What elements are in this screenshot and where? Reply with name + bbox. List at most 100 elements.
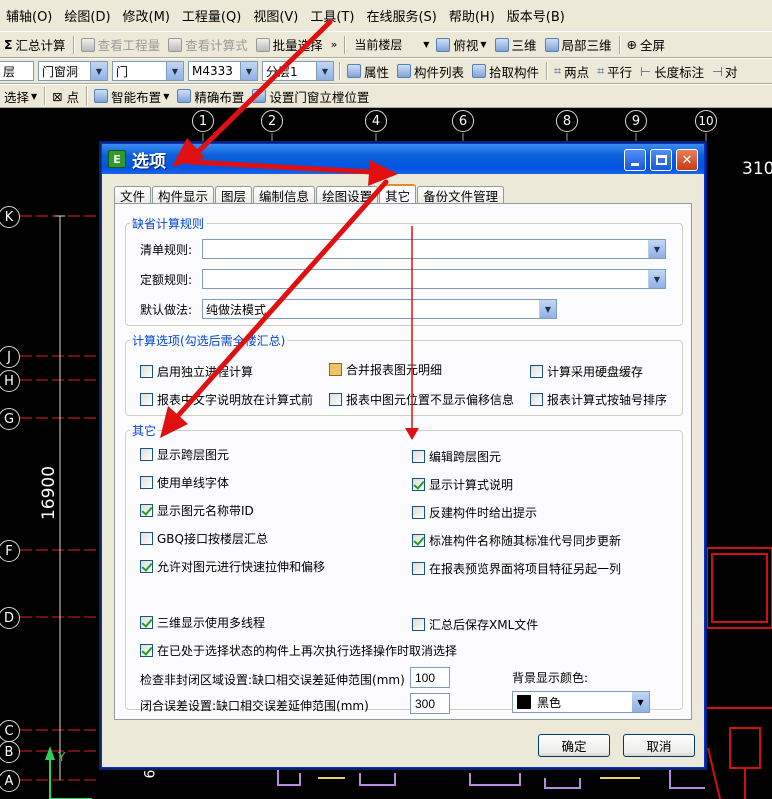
checkbox-box [140,393,153,406]
checkbox-disk-cache[interactable]: 计算采用硬盘缓存 [530,363,643,380]
align-button[interactable]: ⊣ 对 [708,60,741,82]
checkbox-sync-standard-name[interactable]: 标准构件名称随其标准代号同步更新 [412,532,621,549]
checkbox-gbq-by-floor[interactable]: GBQ接口按楼层汇总 [140,530,268,547]
chevron-down-icon: ▼ [31,91,38,101]
toolbar-separator [344,35,346,54]
checkbox-quick-stretch[interactable]: 允许对图元进行快速拉伸和偏移 [140,558,325,575]
checkbox-box [140,448,153,461]
group-title-other: 其它 [130,422,159,439]
group-other: 其它 显示跨层图元 使用单线字体 显示图元名称带ID GBQ接口按楼层汇总 允许… [125,422,683,714]
checkbox-single-line-font[interactable]: 使用单线字体 [140,474,229,491]
closure-error-input[interactable] [410,693,450,714]
cube-icon [436,37,451,52]
point-icon: ⊠ [52,88,63,104]
tab-backup-file[interactable]: 备份文件管理 [417,186,505,204]
property-button[interactable]: 属性 [343,60,393,82]
tab-panel-other: 缺省计算规则 清单规则: ▼ 定额规则: ▼ 默认做法: 纯做法模式 ▼ 计算选… [114,203,692,720]
chevron-down-icon: ▼ [166,62,183,80]
checkbox-save-xml[interactable]: 汇总后保存XML文件 [412,616,538,633]
pick-component-button[interactable]: 拾取构件 [468,60,543,82]
sum-calc-button[interactable]: Σ 汇总计算 [0,34,70,56]
checkbox-text-before-formula[interactable]: 报表中文字说明放在计算式前 [140,391,313,408]
checkbox-merge-report-detail[interactable]: 合并报表图元明细 [329,361,442,378]
view-mode-button[interactable]: 俯视 ▼ [432,34,490,56]
checkbox-feature-column[interactable]: 在报表预览界面将项目特征另起一列 [412,560,621,577]
component-select[interactable]: M4333 ▼ [188,61,258,81]
bg-color-select[interactable]: 黑色 ▼ [512,691,650,713]
minimize-button[interactable] [624,149,646,171]
toolbar-separator [618,35,620,54]
cancel-button[interactable]: 取消 [623,734,695,757]
batch-select-icon [255,37,270,52]
top-right-label: 310 [742,159,772,179]
menu-online-service[interactable]: 在线服务(S) [360,6,442,25]
close-icon: ✕ [681,152,693,168]
maximize-button[interactable] [650,149,672,171]
chevron-down-icon: ▼ [240,62,257,80]
checkbox-sort-by-axis[interactable]: 报表计算式按轴号排序 [530,391,667,408]
checkbox-show-cross-floor[interactable]: 显示跨层图元 [140,446,229,463]
tab-layer[interactable]: 图层 [215,186,253,204]
view-quantity-button[interactable]: 查看工程量 [77,34,165,56]
view-formula-button[interactable]: 查看计算式 [164,34,252,56]
menu-bar: 辅轴(O) 绘图(D) 修改(M) 工程量(Q) 视图(V) 工具(T) 在线服… [0,0,772,31]
dimension-label: 16900 [39,465,60,521]
checkbox-3d-multithread[interactable]: 三维显示使用多线程 [140,614,265,631]
checkbox-name-with-id[interactable]: 显示图元名称带ID [140,502,254,519]
local-3d-button[interactable]: 局部三维 [541,34,616,56]
tab-other[interactable]: 其它 [379,184,417,205]
three-d-button[interactable]: 三维 [491,34,541,56]
zoom-icon: ⊕ [626,37,638,52]
menu-view[interactable]: 视图(V) [247,6,304,25]
tab-compile-info[interactable]: 编制信息 [253,186,316,204]
checkbox-cancel-reselect[interactable]: 在已处于选择状态的构件上再次执行选择操作时取消选择 [140,642,457,659]
menu-quantity[interactable]: 工程量(Q) [176,6,247,25]
color-swatch [517,695,531,709]
tab-component-display[interactable]: 构件显示 [152,186,215,204]
smart-layout-button[interactable]: 智能布置 ▼ [90,85,173,107]
bill-rule-select[interactable]: ▼ [202,239,666,259]
checkbox-hide-offset[interactable]: 报表中图元位置不显示偏移信息 [329,391,514,408]
toolbar-overflow-chevron[interactable]: » [327,34,342,56]
menu-help[interactable]: 帮助(H) [443,6,501,25]
toolbar-separator [72,35,74,54]
checkbox-box [140,644,153,657]
floor-combo[interactable]: 当前楼层 ▼ [350,35,430,55]
parallel-button[interactable]: ⌗ 平行 [593,60,636,82]
precise-layout-button[interactable]: 精确布置 [173,85,248,107]
pick-icon [472,64,487,78]
checkbox-independent-process[interactable]: 启用独立进程计算 [140,363,253,380]
menu-modify[interactable]: 修改(M) [117,6,176,25]
checkbox-reverse-build-hint[interactable]: 反建构件时给出提示 [412,504,537,521]
layer-select[interactable]: 分层1 ▼ [262,61,334,81]
menu-auxiliary-axis[interactable]: 辅轴(O) [0,6,58,25]
tab-draw-settings[interactable]: 绘图设置 [316,186,379,204]
select-mode-button[interactable]: 选择 ▼ [0,85,41,107]
menu-tools[interactable]: 工具(T) [304,6,360,25]
menu-version[interactable]: 版本号(B) [501,6,571,25]
menu-draw[interactable]: 绘图(D) [58,6,116,25]
subtype-select[interactable]: 门 ▼ [112,61,184,81]
checkbox-show-formula-desc[interactable]: 显示计算式说明 [412,476,513,493]
dialog-tabs: 文件 构件显示 图层 编制信息 绘图设置 其它 备份文件管理 [114,184,505,205]
quota-rule-select[interactable]: ▼ [202,269,666,289]
length-dim-button[interactable]: ⊢ 长度标注 [636,60,708,82]
floor-select[interactable]: 层 [0,61,34,81]
dialog-titlebar[interactable]: E 选项 ✕ [102,144,704,174]
tab-file[interactable]: 文件 [114,186,152,204]
point-button[interactable]: ⊠ 点 [48,85,83,107]
checkbox-box [412,618,425,631]
checkbox-edit-cross-floor[interactable]: 编辑跨层图元 [412,448,501,465]
set-door-window-button[interactable]: 设置门窗立樘位置 [248,85,373,107]
type-select[interactable]: 门窗洞 ▼ [38,61,108,81]
smart-layout-icon [94,89,109,103]
close-button[interactable]: ✕ [676,149,698,171]
two-points-button[interactable]: ⌗ 两点 [550,60,593,82]
check-unclosed-input[interactable] [410,667,450,688]
default-method-select[interactable]: 纯做法模式 ▼ [202,299,557,319]
fullscreen-button[interactable]: ⊕ 全屏 [623,34,670,56]
ok-button[interactable]: 确定 [538,734,610,757]
two-points-icon: ⌗ [554,63,562,78]
batch-select-button[interactable]: 批量选择 [252,34,327,56]
component-list-button[interactable]: 构件列表 [393,60,468,82]
